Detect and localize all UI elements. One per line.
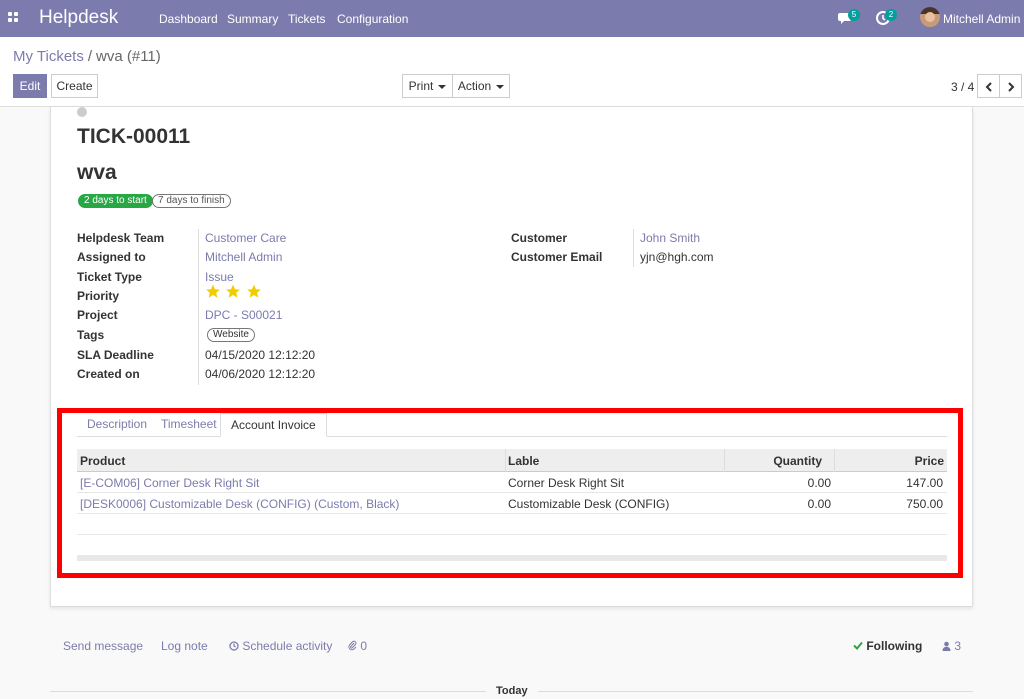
menu-summary[interactable]: Summary (227, 12, 278, 26)
app-brand[interactable]: Helpdesk (39, 7, 118, 29)
customer-label: Customer (511, 231, 568, 245)
activities-count-badge: 2 (885, 9, 897, 21)
customer-value[interactable]: John Smith (640, 231, 700, 245)
menu-configuration[interactable]: Configuration (337, 12, 408, 26)
ticket-type-value[interactable]: Issue (205, 270, 234, 284)
chevron-down-icon (438, 84, 447, 89)
following-label: Following (866, 639, 923, 653)
messages-count-badge: 5 (848, 9, 860, 21)
customer-email-value[interactable]: yjn@hgh.com (640, 250, 714, 264)
user-avatar[interactable] (920, 7, 940, 27)
ticket-reference: TICK-00011 (77, 125, 191, 148)
attachments-count: 0 (360, 639, 368, 653)
top-navbar: Helpdesk Dashboard Summary Tickets Confi… (0, 0, 1024, 37)
print-label: Print (408, 79, 434, 93)
apps-menu-icon[interactable] (8, 12, 20, 24)
highlight-box (57, 408, 963, 578)
helpdesk-team-label: Helpdesk Team (77, 231, 165, 245)
send-message-button[interactable]: Send message (63, 639, 143, 653)
breadcrumb-separator: / (87, 48, 93, 65)
customer-email-label: Customer Email (511, 250, 603, 264)
priority-stars[interactable] (205, 284, 263, 302)
created-on-value: 04/06/2020 12:12:20 (205, 367, 316, 381)
chevron-right-icon (1008, 82, 1015, 92)
assigned-to-label: Assigned to (77, 250, 146, 264)
project-label: Project (77, 308, 118, 322)
schedule-activity-button[interactable]: Schedule activity (229, 639, 332, 653)
priority-label: Priority (77, 289, 120, 303)
field-separator (633, 229, 634, 267)
attachments-button[interactable]: 0 (348, 639, 367, 653)
log-note-button[interactable]: Log note (161, 639, 208, 653)
action-label: Action (457, 79, 492, 93)
create-button[interactable]: Create (51, 74, 98, 98)
star-icon[interactable] (205, 284, 221, 299)
assigned-to-value[interactable]: Mitchell Admin (205, 250, 282, 264)
chevron-down-icon (496, 84, 505, 89)
ticket-name: wva (77, 161, 117, 184)
print-dropdown[interactable]: Print (402, 74, 453, 98)
date-separator-today: Today (486, 685, 538, 697)
ticket-type-label: Ticket Type (77, 270, 142, 284)
star-icon[interactable] (246, 284, 262, 299)
action-dropdown[interactable]: Action (452, 74, 510, 98)
user-menu[interactable]: Mitchell Admin (943, 12, 1020, 26)
pager-previous-button[interactable] (977, 74, 1000, 98)
tags-label: Tags (77, 328, 105, 342)
chatter: Send message Log note Schedule activity … (0, 619, 1024, 699)
followers-button[interactable]: 3 (942, 639, 961, 653)
kanban-state-dot[interactable] (77, 107, 87, 117)
control-panel: My Tickets / wva (#11) Edit Create Print A… (0, 37, 1024, 107)
field-separator (198, 229, 199, 385)
created-on-label: Created on (77, 367, 140, 381)
pager-next-button[interactable] (999, 74, 1022, 98)
user-icon (942, 641, 951, 651)
pager-value[interactable]: 3 / 4 (951, 80, 974, 94)
clock-icon (229, 641, 239, 651)
tag-website[interactable]: Website (207, 328, 255, 342)
edit-button[interactable]: Edit (13, 74, 47, 98)
sla-deadline-label: SLA Deadline (77, 348, 154, 362)
paperclip-icon (348, 640, 357, 651)
star-icon[interactable] (225, 284, 241, 299)
breadcrumb-my-tickets[interactable]: My Tickets (13, 48, 84, 65)
following-button[interactable]: Following (853, 639, 922, 653)
helpdesk-team-value[interactable]: Customer Care (205, 231, 286, 245)
check-icon (853, 641, 863, 650)
project-value[interactable]: DPC - S00021 (205, 308, 282, 322)
breadcrumb-current: wva (#11) (96, 48, 161, 65)
menu-dashboard[interactable]: Dashboard (159, 12, 218, 26)
followers-count: 3 (954, 639, 962, 653)
breadcrumb: My Tickets / wva (#11) (13, 48, 161, 65)
days-to-start-badge: 2 days to start (78, 194, 153, 208)
chevron-left-icon (985, 82, 992, 92)
sla-deadline-value: 04/15/2020 12:12:20 (205, 348, 316, 362)
days-to-finish-badge: 7 days to finish (152, 194, 231, 208)
schedule-activity-label: Schedule activity (242, 639, 333, 653)
menu-tickets[interactable]: Tickets (288, 12, 326, 26)
